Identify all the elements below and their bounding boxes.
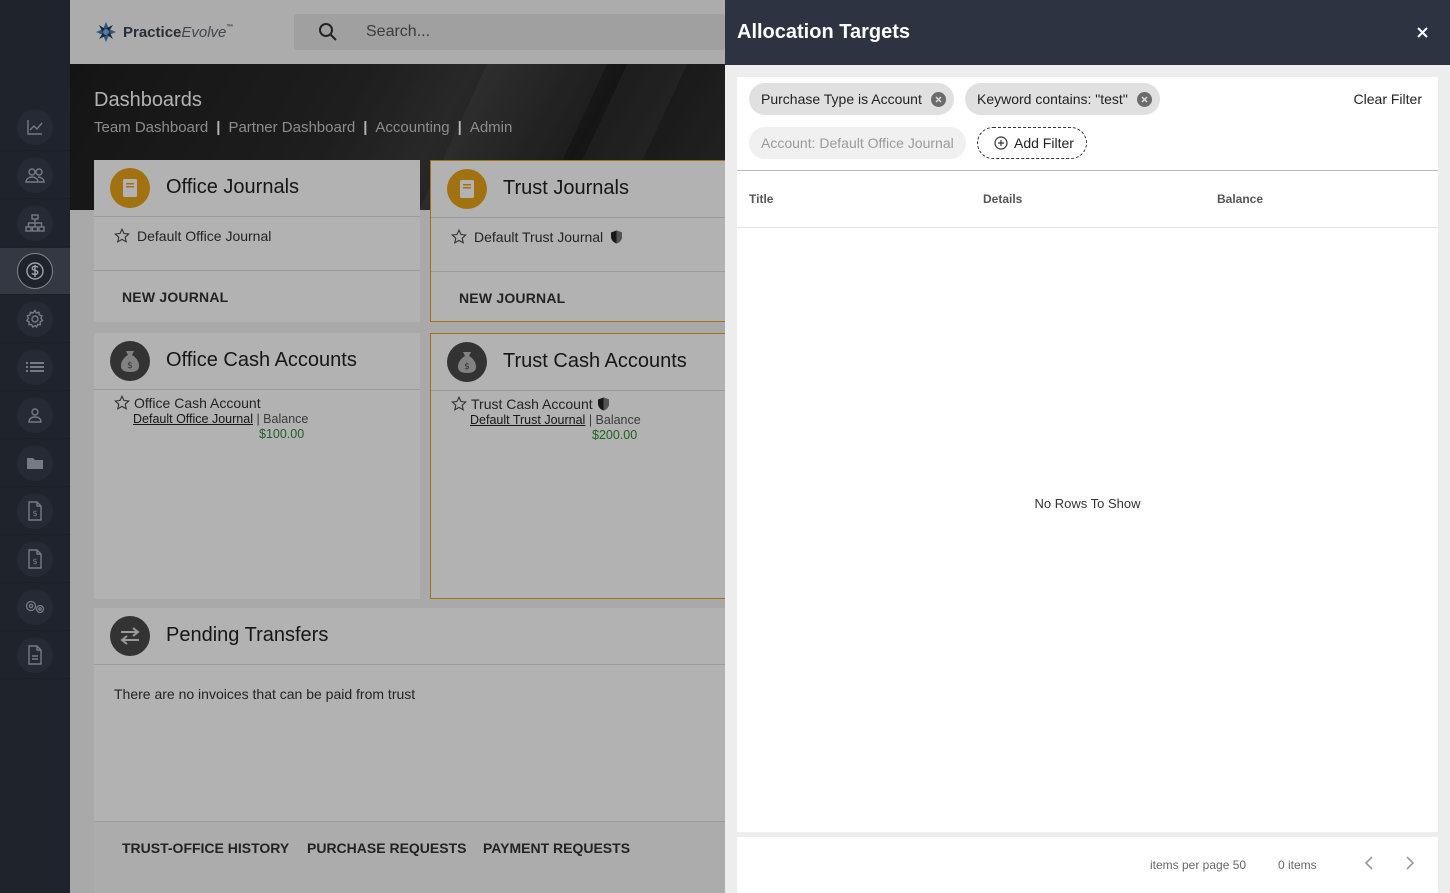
column-header-title[interactable]: Title	[749, 192, 773, 206]
modal-backdrop[interactable]	[0, 0, 725, 893]
panel-header: Allocation Targets	[725, 0, 1450, 65]
column-header-balance[interactable]: Balance	[1217, 192, 1263, 206]
column-header-details[interactable]: Details	[983, 192, 1022, 206]
allocation-targets-panel: Allocation Targets Purchase Type is Acco…	[725, 0, 1450, 893]
close-icon	[935, 96, 942, 102]
clear-filter-button[interactable]: Clear Filter	[1354, 91, 1422, 107]
remove-filter-button[interactable]	[930, 91, 946, 107]
add-filter-button[interactable]: Add Filter	[977, 127, 1087, 159]
allocation-grid: Title Details Balance No Rows To Show	[737, 171, 1438, 832]
prev-page-button[interactable]	[1363, 855, 1375, 871]
close-button[interactable]	[1412, 22, 1432, 42]
chevron-left-icon	[1364, 856, 1373, 870]
chevron-right-icon	[1406, 856, 1415, 870]
filter-bar: Purchase Type is Account Keyword contain…	[737, 77, 1438, 171]
filter-chip-account: Account: Default Office Journal	[749, 127, 966, 159]
item-count: 0 items	[1278, 858, 1317, 872]
pager: items per page 50 0 items	[737, 837, 1438, 893]
remove-filter-button[interactable]	[1136, 91, 1152, 107]
close-icon	[1141, 96, 1148, 102]
next-page-button[interactable]	[1404, 855, 1416, 871]
plus-circle-icon	[994, 136, 1008, 150]
items-per-page[interactable]: items per page 50	[1150, 858, 1246, 872]
empty-grid-message: No Rows To Show	[1034, 496, 1141, 511]
filter-chip-purchase-type: Purchase Type is Account	[749, 83, 954, 115]
close-icon	[1416, 26, 1428, 38]
grid-header: Title Details Balance	[737, 171, 1438, 228]
panel-title: Allocation Targets	[737, 21, 910, 43]
filter-chip-keyword: Keyword contains: "test"	[965, 83, 1160, 115]
